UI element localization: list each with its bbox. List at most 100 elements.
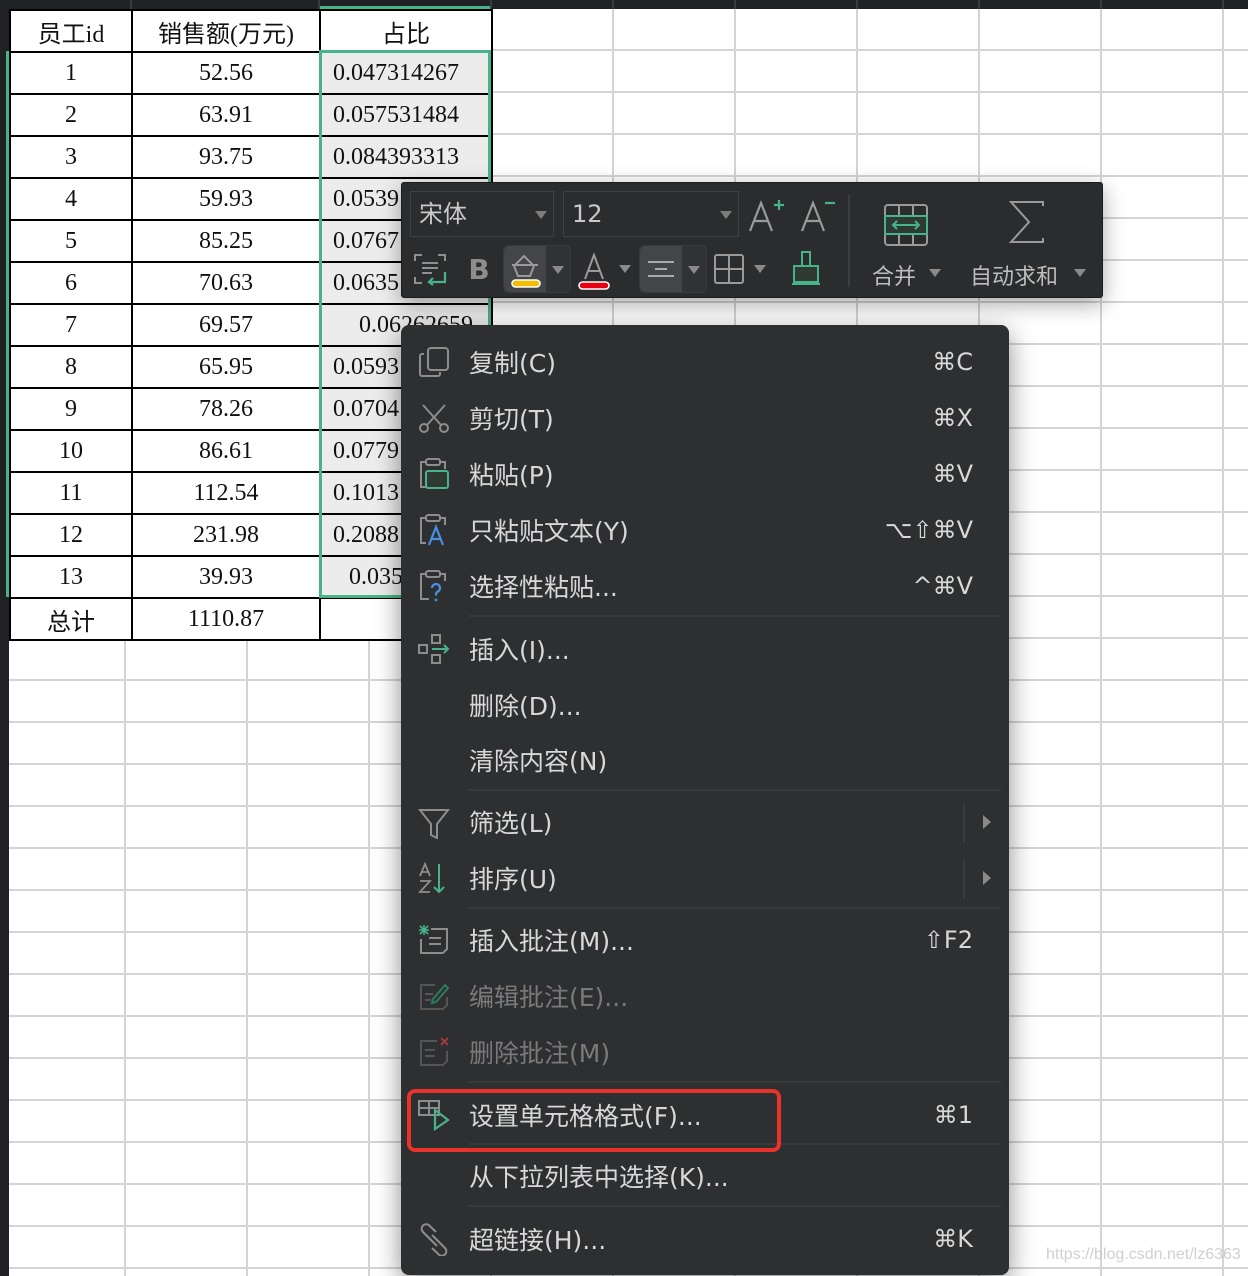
chevron-down-icon[interactable] (688, 266, 700, 274)
borders-button[interactable] (712, 249, 746, 289)
context-menu-item[interactable]: 删除(D)... (401, 678, 1009, 732)
cell-total-label[interactable]: 总计 (9, 597, 133, 641)
cell-sales[interactable]: 86.61 (131, 429, 321, 473)
cell-id[interactable]: 4 (9, 177, 133, 221)
chevron-down-icon[interactable] (552, 266, 564, 274)
context-menu-item[interactable]: 只粘贴文本(Y) ⌥⇧⌘V (401, 503, 1009, 557)
floating-format-toolbar: 宋体 12 B 合并 自动求和 (401, 182, 1103, 298)
cell-id[interactable]: 2 (9, 93, 133, 137)
context-menu-item[interactable]: 选择性粘贴... ^⌘V (401, 559, 1009, 613)
context-menu-item[interactable]: 复制(C) ⌘C (401, 335, 1009, 389)
cell-sales[interactable]: 93.75 (131, 135, 321, 179)
context-menu-item[interactable]: 剪切(T) ⌘X (401, 391, 1009, 445)
cell-id[interactable]: 8 (9, 345, 133, 389)
menu-item-label: 超链接(H)... (469, 1226, 607, 1255)
merge-chevron-icon[interactable] (929, 269, 941, 277)
cell-id[interactable]: 5 (9, 219, 133, 263)
context-menu-item[interactable]: 编辑批注(E)... (401, 969, 1009, 1023)
context-menu-item[interactable]: 排序(U) (401, 851, 1009, 905)
cell-sales[interactable]: 69.57 (131, 303, 321, 347)
fill-color-button[interactable] (504, 246, 546, 292)
menu-item-shortcut: ⌘V (932, 460, 973, 488)
header-cell-ratio[interactable]: 占比 (319, 9, 493, 53)
context-menu: 复制(C) ⌘C 剪切(T) ⌘X 粘贴(P) ⌘V 只粘贴文本(Y) ⌥⇧⌘V 选择性粘贴..… (401, 325, 1009, 1275)
column-divider (856, 0, 858, 9)
cell-id[interactable]: 11 (9, 471, 133, 515)
cell-id[interactable]: 13 (9, 555, 133, 599)
paste-text-icon (420, 514, 446, 546)
context-menu-item[interactable]: 设置单元格格式(F)... ⌘1 (401, 1088, 1009, 1142)
context-menu-item[interactable]: 清除内容(N) (401, 733, 1009, 787)
sort-icon (417, 861, 445, 894)
column-header-bar[interactable] (0, 0, 1248, 9)
font-color-chevron-icon[interactable] (619, 265, 631, 273)
link-icon (420, 1223, 448, 1256)
menu-item-label: 设置单元格格式(F)... (469, 1102, 702, 1131)
column-divider (130, 0, 132, 9)
menu-separator (469, 1205, 1001, 1207)
cell-sales[interactable]: 85.25 (131, 219, 321, 263)
context-menu-item[interactable]: 超链接(H)... ⌘K (401, 1212, 1009, 1266)
font-size-select[interactable]: 12 (563, 191, 739, 237)
font-color-button[interactable] (577, 249, 611, 291)
toolbar-divider (848, 195, 850, 287)
format-painter-button[interactable] (788, 247, 824, 289)
menu-item-label: 编辑批注(E)... (469, 983, 629, 1012)
cell-ratio[interactable]: 0.084393313 (319, 135, 493, 179)
cell-ratio[interactable]: 0.047314267 (319, 51, 493, 95)
header-cell-sales[interactable]: 销售额(万元) (131, 9, 321, 53)
cell-ratio[interactable]: 0.057531484 (319, 93, 493, 137)
cell-sales[interactable]: 78.26 (131, 387, 321, 431)
font-decrease-icon (800, 199, 835, 232)
cell-sales[interactable]: 39.93 (131, 555, 321, 599)
column-divider (734, 0, 736, 9)
chevron-down-icon (535, 211, 547, 219)
menu-item-label: 剪切(T) (469, 405, 554, 434)
menu-separator (469, 907, 1001, 909)
menu-separator (469, 1143, 1001, 1145)
cell-id[interactable]: 9 (9, 387, 133, 431)
cell-id[interactable]: 10 (9, 429, 133, 473)
decrease-font-button[interactable] (798, 193, 838, 237)
bold-button[interactable]: B (464, 249, 494, 289)
menu-item-label: 删除(D)... (469, 692, 582, 721)
autosum-button[interactable] (1002, 197, 1052, 247)
cell-id[interactable]: 1 (9, 51, 133, 95)
merge-label[interactable]: 合并 (872, 259, 916, 291)
context-menu-item[interactable]: 从下拉列表中选择(K)... (401, 1149, 1009, 1203)
autosum-label[interactable]: 自动求和 (970, 259, 1058, 291)
menu-item-shortcut: ⌘X (932, 404, 973, 432)
cell-id[interactable]: 7 (9, 303, 133, 347)
format-painter-icon (792, 251, 820, 285)
autosum-chevron-icon[interactable] (1074, 269, 1086, 277)
context-menu-item[interactable]: 插入批注(M)... ⇧F2 (401, 913, 1009, 967)
header-cell-id[interactable]: 员工id (9, 9, 133, 53)
cell-sales[interactable]: 231.98 (131, 513, 321, 557)
context-menu-item[interactable]: 粘贴(P) ⌘V (401, 447, 1009, 501)
context-menu-item[interactable]: 插入(I)... (401, 622, 1009, 676)
cell-sales[interactable]: 59.93 (131, 177, 321, 221)
row-header-bar[interactable] (0, 9, 9, 1276)
increase-font-button[interactable] (746, 193, 786, 237)
cell-id[interactable]: 6 (9, 261, 133, 305)
menu-item-label: 插入(I)... (469, 636, 570, 665)
cell-sales[interactable]: 65.95 (131, 345, 321, 389)
cell-total-sales[interactable]: 1110.87 (131, 597, 321, 641)
font-name-select[interactable]: 宋体 (410, 191, 554, 237)
filter-icon (417, 809, 451, 839)
context-menu-item[interactable]: 筛选(L) (401, 795, 1009, 849)
cell-id[interactable]: 3 (9, 135, 133, 179)
cell-id[interactable]: 12 (9, 513, 133, 557)
cell-sales[interactable]: 52.56 (131, 51, 321, 95)
menu-item-label: 筛选(L) (469, 809, 553, 838)
cell-sales[interactable]: 63.91 (131, 93, 321, 137)
align-split-button (639, 245, 707, 293)
align-center-button[interactable] (640, 246, 682, 292)
wrap-text-button[interactable] (412, 249, 448, 289)
cell-sales[interactable]: 112.54 (131, 471, 321, 515)
context-menu-item[interactable]: 删除批注(M) (401, 1025, 1009, 1079)
submenu-divider (963, 859, 965, 899)
cell-sales[interactable]: 70.63 (131, 261, 321, 305)
borders-chevron-icon[interactable] (754, 265, 766, 273)
paste-special-icon (420, 570, 446, 602)
